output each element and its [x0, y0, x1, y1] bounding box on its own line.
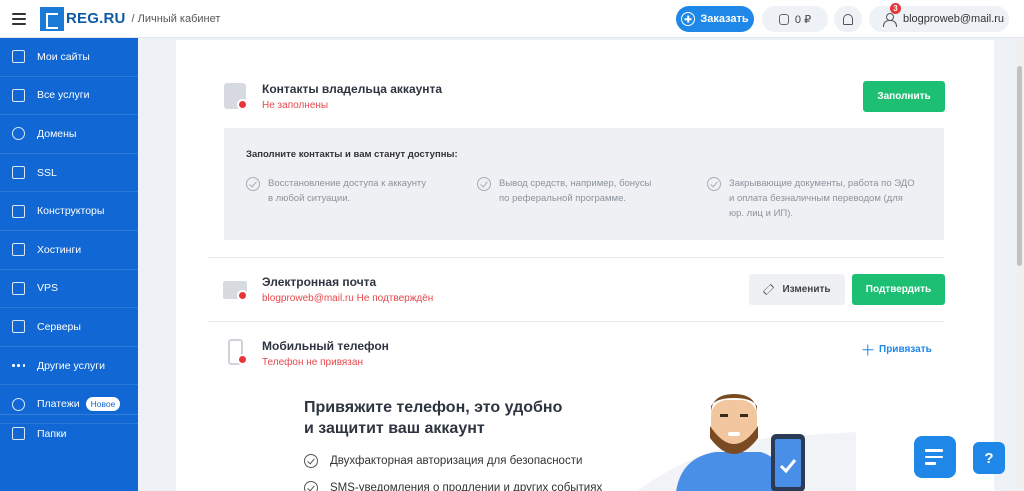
contacts-status: Не заполнены	[262, 100, 329, 111]
sidebar-item-label: Домены	[37, 127, 77, 140]
sidebar-item-label: Хостинги	[37, 243, 82, 256]
email-status: blogproweb@mail.ru Не подтверждён	[262, 293, 434, 304]
sidebar-item-all-services[interactable]: Все услуги	[0, 77, 138, 116]
sidebar-item-label: Все услуги	[37, 89, 90, 102]
sidebar-item-domains[interactable]: Домены	[0, 115, 138, 154]
phone-title: Мобильный телефон	[262, 339, 389, 353]
info-heading: Заполните контакты и вам станут доступны…	[246, 149, 458, 160]
user-icon	[883, 12, 897, 27]
warning-dot-icon	[237, 99, 248, 110]
sidebar-item-other[interactable]: Другие услуги	[0, 347, 138, 386]
benefit-text: Вывод средств, например, бонусы	[499, 178, 652, 189]
logo-text: REG.RU	[66, 10, 126, 27]
sidebar-item-ssl[interactable]: SSL	[0, 154, 138, 193]
folder-icon	[12, 427, 25, 440]
email-title: Электронная почта	[262, 275, 377, 289]
sidebar-item-label: Другие услуги	[37, 359, 105, 372]
sidebar-item-servers[interactable]: Серверы	[0, 308, 138, 347]
check-circle-icon	[246, 177, 260, 191]
warning-dot-icon	[237, 354, 248, 365]
promo-item-text: Двухфакторная авторизация для безопаснос…	[330, 454, 583, 467]
logo-mark	[40, 6, 64, 31]
benefit-text: Закрывающие документы, работа по ЭДО	[729, 178, 915, 189]
benefit-text: и оплата безналичным переводом (для	[729, 193, 903, 204]
confirm-email-button[interactable]: Подтвердить	[852, 274, 945, 305]
contacts-title: Контакты владельца аккаунта	[262, 82, 443, 96]
coins-icon	[778, 13, 789, 25]
new-badge: Новое	[85, 397, 121, 412]
payment-icon	[12, 397, 25, 411]
list-icon	[12, 88, 25, 102]
phone-status: Телефон не привязан	[262, 357, 363, 368]
plus-icon	[862, 344, 873, 355]
order-label: Заказать	[700, 13, 749, 25]
logo-subtitle: / Личный кабинет	[131, 12, 221, 25]
globe-icon	[12, 127, 25, 141]
dots-icon	[12, 359, 25, 372]
promo-item: Двухфакторная авторизация для безопаснос…	[304, 453, 582, 468]
benefit-text: Восстановление доступа к аккаунту	[268, 178, 427, 189]
link-phone-button[interactable]: Привязать	[862, 344, 932, 355]
hosting-icon	[12, 243, 25, 257]
promo-heading: Привяжите телефон, это удобно и защитит …	[304, 397, 604, 439]
builder-icon	[12, 204, 25, 218]
man-with-phone-illustration	[637, 394, 856, 491]
promo-line: Привяжите телефон, это удобно	[304, 399, 563, 416]
sidebar-item-vps[interactable]: VPS	[0, 270, 138, 309]
benefit-text: по реферальной программе.	[499, 193, 626, 204]
contacts-info-box: Заполните контакты и вам станут доступны…	[224, 128, 944, 240]
check-circle-icon	[477, 177, 491, 191]
benefit-text: юр. лиц и ИП).	[729, 208, 794, 219]
promo-item-text: SMS-уведомления о продлении и других соб…	[330, 481, 603, 491]
sidebar-item-label: SSL	[37, 166, 57, 179]
plus-icon	[681, 12, 696, 26]
check-circle-icon	[304, 481, 318, 491]
scrollbar-thumb[interactable]	[1017, 66, 1022, 266]
order-button[interactable]: Заказать	[676, 6, 754, 32]
sidebar-item-label: Папки	[37, 427, 67, 440]
benefit-text: в любой ситуации.	[268, 193, 351, 204]
promo-item: SMS-уведомления о продлении и других соб…	[304, 480, 602, 491]
sites-icon	[12, 50, 25, 64]
vps-icon	[12, 281, 25, 295]
sidebar-item-label: VPS	[37, 282, 59, 295]
fill-contacts-button[interactable]: Заполнить	[863, 81, 945, 112]
check-circle-icon	[304, 454, 318, 468]
section-divider	[208, 257, 944, 258]
question-icon: ?	[984, 449, 994, 467]
edit-label: Изменить	[782, 284, 831, 295]
chat-button[interactable]	[914, 436, 956, 478]
sidebar-item-hosting[interactable]: Хостинги	[0, 231, 138, 270]
sidebar-item-folders[interactable]: Папки	[0, 414, 138, 452]
section-divider	[208, 321, 944, 322]
balance-button[interactable]: 0 ₽	[762, 6, 828, 32]
bell-icon	[843, 13, 853, 25]
sidebar-item-builders[interactable]: Конструкторы	[0, 192, 138, 231]
balance-value: 0 ₽	[794, 13, 812, 26]
account-email: blogproweb@mail.ru	[903, 13, 1005, 25]
notifications-button[interactable]	[834, 6, 862, 32]
link-label: Привязать	[879, 344, 932, 355]
sidebar-item-label: Платежи	[37, 398, 80, 411]
logo[interactable]: REG.RU / Личный кабинет	[40, 6, 221, 31]
warning-dot-icon	[237, 290, 248, 301]
main-panel: Контакты владельца аккаунта Не заполнены…	[176, 40, 994, 491]
edit-email-button[interactable]: Изменить	[749, 274, 845, 305]
help-button[interactable]: ?	[973, 442, 1005, 474]
server-icon	[12, 320, 25, 334]
benefit-item: Вывод средств, например, бонусы по рефера…	[477, 176, 651, 206]
promo-line: и защитит ваш аккаунт	[304, 420, 485, 437]
benefit-item: Восстановление доступа к аккаунту в любой…	[246, 176, 426, 206]
pencil-icon	[763, 283, 775, 296]
notification-badge: 3	[890, 3, 901, 14]
ssl-icon	[12, 166, 25, 180]
check-circle-icon	[707, 177, 721, 191]
sidebar-item-label: Мои сайты	[37, 50, 90, 63]
sidebar-item-label: Серверы	[37, 320, 81, 333]
sidebar-item-label: Конструкторы	[37, 205, 105, 218]
sidebar-item-sites[interactable]: Мои сайты	[0, 38, 138, 77]
benefit-item: Закрывающие документы, работа по ЭДО и оп…	[707, 176, 915, 221]
menu-icon[interactable]	[12, 12, 26, 25]
